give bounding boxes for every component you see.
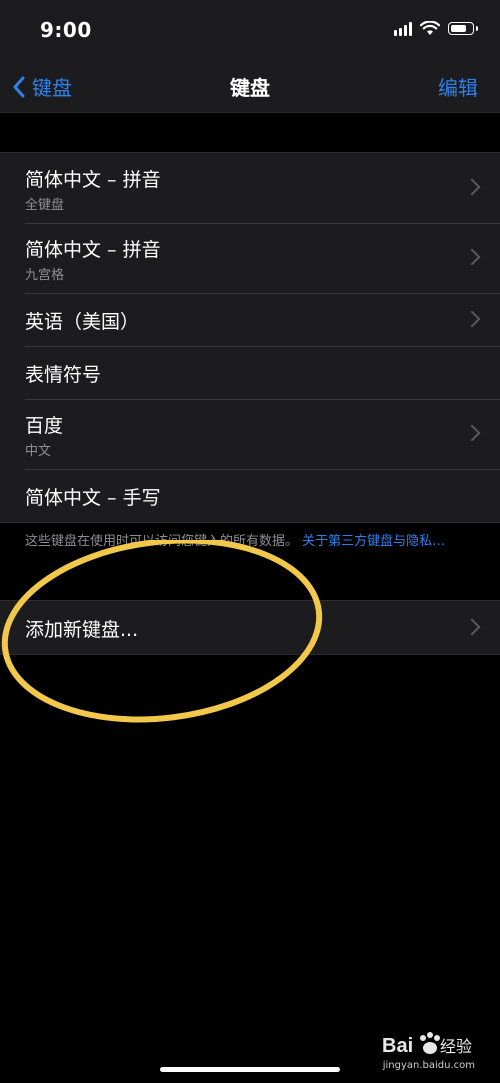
edit-button[interactable]: 编辑 — [438, 72, 478, 101]
chevron-right-icon — [463, 178, 481, 196]
keyboard-row-pinyin-full[interactable]: 简体中文 – 拼音 全键盘 — [0, 153, 500, 223]
baidu-jingyan-watermark-logo: Bai 经验 — [382, 1032, 472, 1057]
chevron-right-icon — [463, 248, 481, 266]
svg-text:经验: 经验 — [440, 1037, 472, 1056]
keyboard-subtitle: 全键盘 — [25, 198, 65, 213]
home-indicator[interactable] — [160, 1067, 340, 1072]
keyboard-subtitle: 中文 — [25, 444, 52, 459]
keyboard-title: 简体中文 – 拼音 — [25, 239, 161, 261]
keyboard-list: 简体中文 – 拼音 全键盘 简体中文 – 拼音 九宫格 英语（美国） 表情符号 … — [0, 152, 500, 523]
status-icons — [394, 20, 478, 36]
keyboard-subtitle: 九宫格 — [25, 268, 65, 283]
keyboard-row-baidu[interactable]: 百度 中文 — [0, 399, 500, 469]
keyboard-row-handwriting[interactable]: 简体中文 – 手写 — [0, 469, 500, 522]
keyboard-title: 英语（美国） — [25, 311, 140, 333]
status-bar: 9:00 — [0, 0, 500, 60]
keyboard-title: 百度 — [25, 415, 64, 437]
keyboard-title: 简体中文 – 拼音 — [25, 169, 161, 191]
battery-icon — [448, 21, 478, 35]
chevron-right-icon — [463, 618, 481, 636]
keyboard-row-pinyin-nine-grid[interactable]: 简体中文 – 拼音 九宫格 — [0, 223, 500, 293]
keyboard-row-english-us[interactable]: 英语（美国） — [0, 293, 500, 346]
keyboard-title: 表情符号 — [25, 364, 102, 386]
svg-text:Bai: Bai — [382, 1035, 413, 1057]
cellular-signal-icon — [394, 20, 412, 36]
watermark-url: jingyan.baidu.com — [382, 1060, 475, 1071]
chevron-right-icon — [463, 310, 481, 328]
page-title: 键盘 — [230, 76, 270, 100]
highlight-ellipse-annotation — [1, 540, 323, 723]
wifi-icon — [420, 20, 440, 35]
chevron-right-icon — [463, 424, 481, 442]
keyboard-row-emoji[interactable]: 表情符号 — [0, 346, 500, 399]
keyboard-title: 简体中文 – 手写 — [25, 487, 161, 509]
status-time: 9:00 — [40, 18, 92, 42]
navigation-bar: 键盘 键盘 编辑 — [0, 60, 500, 113]
